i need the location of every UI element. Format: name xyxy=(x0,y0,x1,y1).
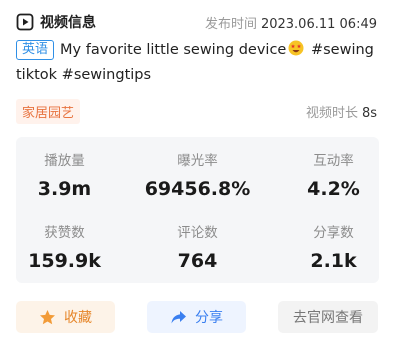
category-row: 家居园艺 视频时长 8s xyxy=(16,98,377,124)
star-struck-emoji-icon xyxy=(288,40,304,56)
collect-button[interactable]: 收藏 xyxy=(16,301,115,333)
stat-exposure-rate: 曝光率 69456.8% xyxy=(137,149,258,200)
publish-time: 发布时间 2023.06.11 06:49 xyxy=(205,13,377,32)
publish-label: 发布时间 xyxy=(204,16,257,32)
video-duration: 视频时长 8s xyxy=(306,102,377,121)
header-title-group: 视频信息 xyxy=(16,12,96,32)
description-text: My favorite little sewing device xyxy=(60,42,287,58)
language-badge: 英语 xyxy=(16,40,55,60)
stat-label: 曝光率 xyxy=(177,153,218,169)
stat-label: 互动率 xyxy=(313,153,354,169)
stat-value: 3.9m xyxy=(37,178,92,200)
stat-label: 播放量 xyxy=(44,153,85,169)
stat-label: 评论数 xyxy=(177,225,218,241)
stat-engagement-rate: 互动率 4.2% xyxy=(258,149,379,200)
stat-label: 分享数 xyxy=(313,225,354,241)
duration-value: 8s xyxy=(361,105,377,121)
share-label: 分享 xyxy=(195,310,223,326)
stat-value: 69456.8% xyxy=(144,178,251,200)
page-title: 视频信息 xyxy=(40,15,96,31)
video-icon xyxy=(16,13,34,31)
share-arrow-icon xyxy=(170,309,187,326)
stat-value: 4.2% xyxy=(307,178,360,200)
stat-shares: 分享数 2.1k xyxy=(258,221,379,272)
video-info-header: 视频信息 发布时间 2023.06.11 06:49 xyxy=(16,10,377,34)
stat-likes: 获赞数 159.9k xyxy=(16,221,137,272)
stat-value: 159.9k xyxy=(28,250,101,272)
publish-value: 2023.06.11 06:49 xyxy=(260,16,377,32)
stat-value: 2.1k xyxy=(310,250,357,272)
duration-label: 视频时长 xyxy=(305,105,358,121)
action-bar: 收藏 分享 去官网查看 xyxy=(16,301,378,333)
stat-value: 764 xyxy=(177,250,218,272)
share-button[interactable]: 分享 xyxy=(147,301,246,333)
stat-label: 获赞数 xyxy=(44,225,85,241)
collect-label: 收藏 xyxy=(64,310,92,326)
stat-comments: 评论数 764 xyxy=(137,221,258,272)
official-label: 去官网查看 xyxy=(293,310,363,326)
star-icon xyxy=(39,309,56,326)
video-description: 英语 My favorite little sewing device #sewi… xyxy=(16,38,378,88)
stats-card: 播放量 3.9m 曝光率 69456.8% 互动率 4.2% 获赞数 159.9… xyxy=(16,137,379,283)
view-official-site-button[interactable]: 去官网查看 xyxy=(278,301,378,333)
stat-views: 播放量 3.9m xyxy=(16,149,137,200)
category-tag: 家居园艺 xyxy=(16,98,81,124)
